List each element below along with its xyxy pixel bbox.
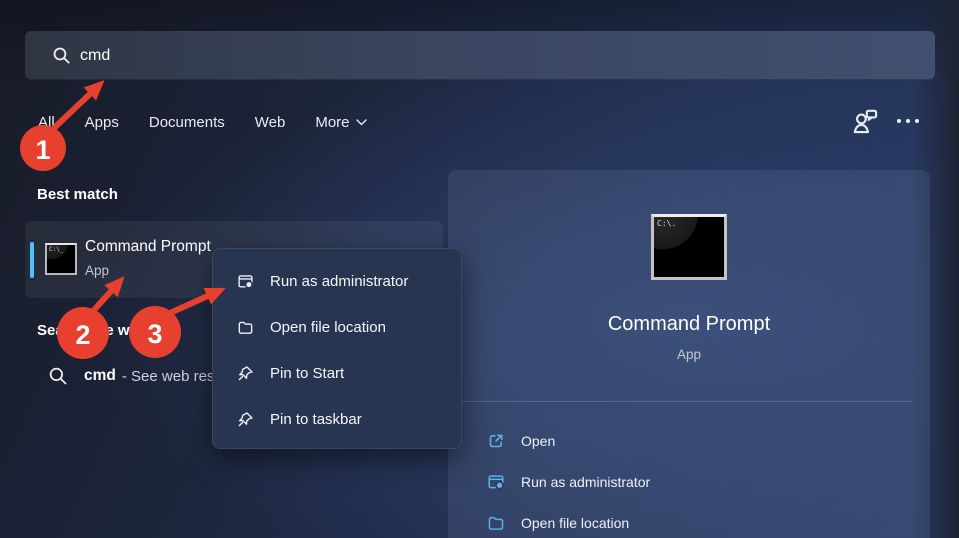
annotation-step-1: 1	[35, 135, 50, 165]
context-menu: Run as administrator Open file location …	[212, 248, 462, 449]
run-as-admin-icon	[237, 273, 254, 290]
action-open[interactable]: Open	[448, 424, 930, 458]
web-result-query: cmd	[84, 367, 116, 385]
tab-documents[interactable]: Documents	[149, 114, 225, 131]
menu-item-run-as-administrator[interactable]: Run as administrator	[213, 258, 461, 304]
pin-icon	[237, 365, 254, 382]
search-filter-tabs: All Apps Documents Web More	[38, 114, 367, 131]
action-label: Open file location	[521, 515, 629, 531]
pin-icon	[237, 411, 254, 428]
windows-search-flyout: cmd All Apps Documents Web More Best mat…	[0, 0, 959, 538]
search-web-heading: Search the web	[37, 322, 147, 339]
menu-item-label: Run as administrator	[270, 273, 408, 290]
chevron-down-icon	[356, 119, 367, 126]
preview-subtitle: App	[448, 347, 930, 362]
tab-more[interactable]: More	[315, 114, 366, 131]
command-prompt-icon-large: C:\.	[651, 214, 727, 280]
search-input[interactable]: cmd	[25, 31, 935, 80]
web-result-suffix: - See web res	[122, 368, 215, 385]
open-icon	[487, 432, 505, 450]
annotation-step-3: 3	[147, 319, 162, 349]
best-match-heading: Best match	[37, 186, 118, 203]
selection-accent-bar	[30, 242, 34, 278]
search-icon	[52, 46, 71, 65]
annotation-circle-1	[20, 125, 66, 171]
result-title: Command Prompt	[85, 238, 211, 256]
menu-item-label: Pin to taskbar	[270, 411, 362, 428]
menu-item-label: Open file location	[270, 319, 386, 336]
menu-item-pin-to-taskbar[interactable]: Pin to taskbar	[213, 396, 461, 442]
action-open-file-location[interactable]: Open file location	[448, 506, 930, 538]
tab-web[interactable]: Web	[255, 114, 286, 131]
search-icon	[48, 366, 68, 386]
tab-all[interactable]: All	[38, 114, 55, 131]
account-feedback-icon[interactable]	[850, 106, 880, 136]
search-query-text: cmd	[80, 47, 110, 65]
tab-apps[interactable]: Apps	[85, 114, 119, 131]
web-result-row[interactable]: cmd - See web res	[48, 366, 214, 386]
more-options-icon[interactable]	[897, 119, 919, 123]
command-prompt-icon: C:\_	[45, 243, 77, 275]
action-label: Open	[521, 433, 555, 449]
result-subtitle: App	[85, 263, 109, 278]
folder-icon	[237, 319, 254, 336]
menu-item-pin-to-start[interactable]: Pin to Start	[213, 350, 461, 396]
preview-panel: C:\. Command Prompt App Open Run as admi…	[448, 170, 930, 538]
action-label: Run as administrator	[521, 474, 650, 490]
folder-icon	[487, 514, 505, 532]
preview-title: Command Prompt	[448, 313, 930, 336]
run-as-admin-icon	[487, 473, 505, 491]
action-run-as-administrator[interactable]: Run as administrator	[448, 465, 930, 499]
menu-item-open-file-location[interactable]: Open file location	[213, 304, 461, 350]
divider	[462, 401, 912, 402]
menu-item-label: Pin to Start	[270, 365, 344, 382]
